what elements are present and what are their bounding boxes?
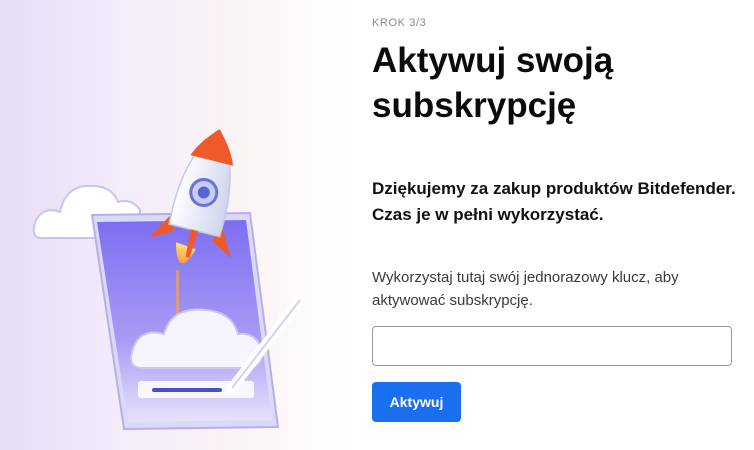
hero-illustration [0,0,350,450]
activation-key-input[interactable] [372,326,732,366]
step-indicator: KROK 3/3 [372,17,427,29]
thank-you-message: Dziękujemy za zakup produktów Bitdefende… [372,179,736,224]
activate-button[interactable]: Aktywuj [372,382,461,422]
activation-panel: KROK 3/3 Aktywuj swoją subskrypcję Dzięk… [372,0,742,450]
page-title: Aktywuj swoją subskrypcję [372,41,614,125]
illustration-graphic [32,128,305,431]
key-instruction: Wykorzystaj tutaj swój jednorazowy klucz… [372,269,679,309]
